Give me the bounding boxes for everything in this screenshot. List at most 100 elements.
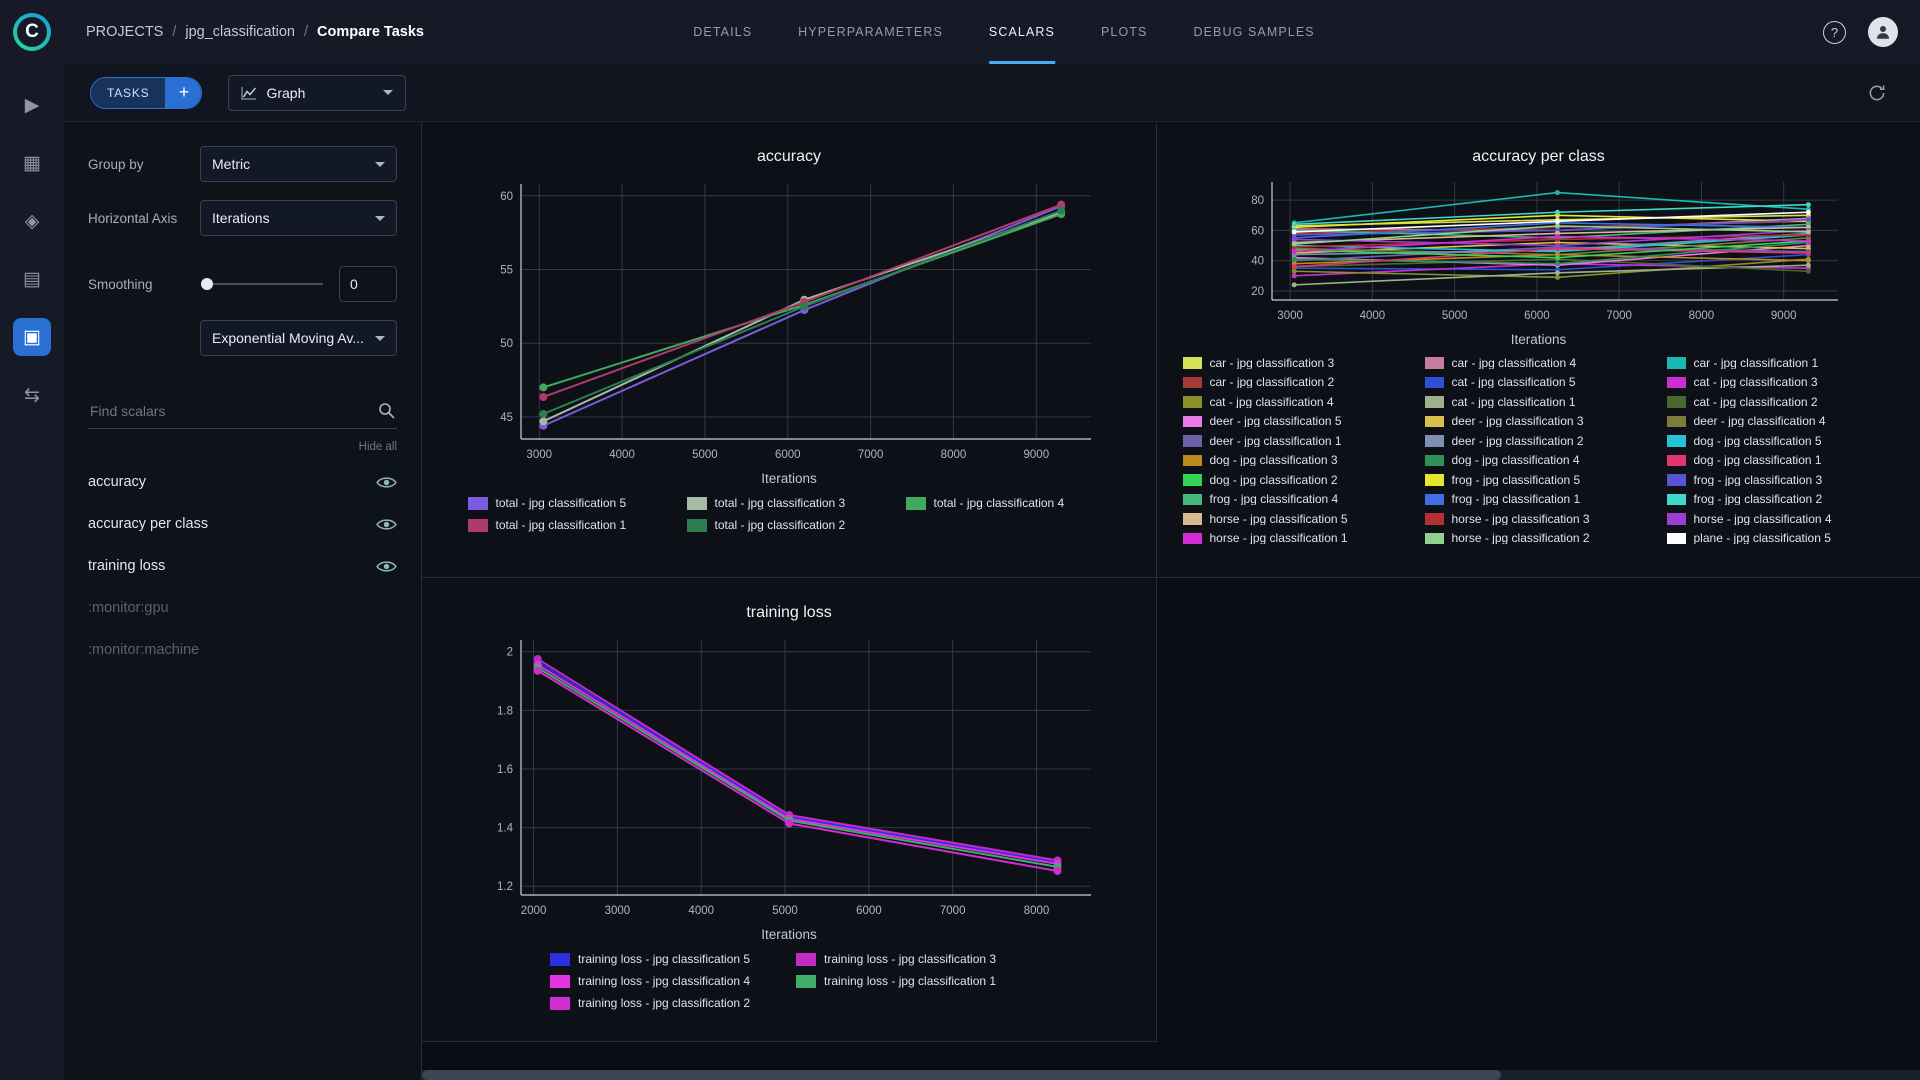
legend-swatch (1424, 357, 1444, 369)
legend-entry[interactable]: horse - jpg classification 5 (1182, 513, 1411, 525)
legend-entry[interactable]: total - jpg classification 2 (686, 518, 892, 532)
chart-title: accuracy per class (1472, 148, 1605, 165)
eye-icon[interactable] (376, 475, 397, 490)
legend-entry[interactable]: dog - jpg classification 5 (1666, 435, 1895, 447)
chart-plot-accuracy[interactable]: 3000 4000 5000 6000 7000 8000 9000 45 50 55 60 (469, 172, 1109, 469)
legend-entry[interactable]: cat - jpg classification 2 (1666, 396, 1895, 408)
legend-entry[interactable]: total - jpg classification 1 (467, 518, 673, 532)
legend-entry[interactable]: deer - jpg classification 5 (1182, 415, 1411, 427)
legend-entry[interactable]: deer - jpg classification 4 (1666, 415, 1895, 427)
svg-text:1.2: 1.2 (497, 881, 513, 893)
breadcrumb-projects[interactable]: PROJECTS (86, 24, 163, 40)
tab-scalars[interactable]: SCALARS (988, 0, 1055, 64)
legend-entry[interactable]: horse - jpg classification 4 (1666, 513, 1895, 525)
add-task-button[interactable]: + (165, 77, 202, 108)
help-button[interactable]: ? (1823, 20, 1846, 44)
pipelines-icon[interactable]: ▤ (13, 260, 51, 298)
legend-entry[interactable]: car - jpg classification 2 (1182, 376, 1411, 389)
horizontal-scrollbar-thumb[interactable] (422, 1070, 1501, 1080)
metric-row-monitor-machine[interactable]: :monitor:machine (88, 629, 397, 671)
legend-entry[interactable]: dog - jpg classification 4 (1424, 454, 1653, 466)
legend-entry[interactable]: training loss - jpg classification 1 (796, 974, 1028, 988)
legend-label: total - jpg classification 2 (714, 518, 846, 532)
legend-entry[interactable]: cat - jpg classification 5 (1424, 376, 1653, 388)
refresh-button[interactable] (1860, 76, 1894, 110)
legend-entry[interactable]: deer - jpg classification 3 (1424, 415, 1653, 427)
legend-swatch (1666, 474, 1686, 486)
chart-plot-accuracy_per_class[interactable]: 3000 4000 5000 6000 7000 8000 9000 20 40 60 80 (1224, 172, 1854, 330)
breadcrumb-project-name[interactable]: jpg_classification (185, 24, 295, 40)
svg-text:80: 80 (1251, 195, 1264, 207)
workers-queues-icon[interactable]: ⇆ (13, 376, 51, 414)
smoothing-value-input[interactable] (339, 266, 397, 302)
legend-label: total - jpg classification 4 (933, 496, 1065, 510)
metric-row-training-loss[interactable]: training loss (88, 545, 397, 587)
dashboard-icon[interactable]: ▶ (13, 86, 51, 124)
legend-swatch (1424, 474, 1444, 486)
metric-row-accuracy[interactable]: accuracy (88, 461, 397, 503)
legend-swatch (1666, 435, 1686, 447)
legend-entry[interactable]: cat - jpg classification 3 (1666, 376, 1895, 388)
legend-entry[interactable]: horse - jpg classification 1 (1182, 532, 1411, 544)
metric-row-monitor-gpu[interactable]: :monitor:gpu (88, 587, 397, 629)
smoothing-type-select[interactable]: Exponential Moving Av... (200, 320, 397, 356)
legend-entry[interactable]: training loss - jpg classification 2 (550, 996, 782, 1010)
legend-entry[interactable]: horse - jpg classification 2 (1424, 532, 1653, 544)
hide-all-button[interactable]: Hide all (88, 441, 397, 453)
legend-entry[interactable]: training loss - jpg classification 3 (796, 952, 1028, 966)
clearml-logo[interactable]: C (13, 13, 51, 51)
tab-details[interactable]: DETAILS (693, 0, 752, 64)
legend-swatch (550, 996, 570, 1010)
legend-entry[interactable]: training loss - jpg classification 5 (550, 952, 782, 966)
legend-entry[interactable]: total - jpg classification 4 (905, 496, 1111, 510)
smoothing-slider[interactable] (201, 278, 323, 290)
legend-entry[interactable]: total - jpg classification 5 (467, 496, 673, 510)
group-by-select[interactable]: Metric (200, 146, 397, 182)
user-avatar[interactable] (1868, 17, 1898, 47)
legend-entry[interactable]: plane - jpg classification 5 (1666, 532, 1895, 544)
legend-entry[interactable]: dog - jpg classification 2 (1182, 474, 1411, 486)
legend-entry[interactable]: frog - jpg classification 4 (1182, 493, 1411, 505)
legend-label: car - jpg classification 2 (1209, 376, 1335, 389)
models-icon[interactable]: ◈ (13, 202, 51, 240)
tab-plots[interactable]: PLOTS (1101, 0, 1148, 64)
projects-icon[interactable]: ▦ (13, 144, 51, 182)
legend-swatch (1182, 415, 1202, 427)
eye-icon[interactable] (376, 517, 397, 532)
search-input[interactable] (88, 394, 397, 429)
legend-swatch (1182, 396, 1202, 408)
horizontal-axis-select[interactable]: Iterations (200, 200, 397, 236)
legend-entry[interactable]: frog - jpg classification 2 (1666, 493, 1895, 505)
legend-entry[interactable]: cat - jpg classification 4 (1182, 396, 1411, 408)
metric-row-accuracy-per-class[interactable]: accuracy per class (88, 503, 397, 545)
header-right: ? (1823, 0, 1898, 64)
applications-icon[interactable]: ▣ (13, 318, 51, 356)
legend-entry[interactable]: deer - jpg classification 2 (1424, 435, 1653, 447)
legend-entry[interactable]: training loss - jpg classification 4 (550, 974, 782, 988)
legend-entry[interactable]: total - jpg classification 3 (686, 496, 892, 510)
legend-entry[interactable]: car - jpg classification 3 (1182, 357, 1411, 369)
legend-entry[interactable]: frog - jpg classification 5 (1424, 474, 1653, 486)
legend-entry[interactable]: cat - jpg classification 1 (1424, 396, 1653, 408)
search-icon[interactable] (378, 402, 395, 424)
tab-debug-samples[interactable]: DEBUG SAMPLES (1193, 0, 1314, 64)
legend-entry[interactable]: car - jpg classification 1 (1666, 357, 1895, 369)
legend-entry[interactable]: frog - jpg classification 3 (1666, 474, 1895, 486)
legend-entry[interactable]: frog - jpg classification 1 (1424, 493, 1653, 505)
chart-plot-training_loss[interactable]: 2000 3000 4000 5000 6000 7000 8000 1.2 1.4 1.6 1.8… (469, 628, 1109, 925)
legend-entry[interactable]: horse - jpg classification 3 (1424, 513, 1653, 525)
legend-entry[interactable]: deer - jpg classification 1 (1182, 435, 1411, 447)
tasks-button[interactable]: TASKS + (90, 76, 203, 109)
smoothing-slider-knob[interactable] (201, 278, 213, 290)
svg-text:60: 60 (1251, 225, 1264, 237)
legend-entry[interactable]: dog - jpg classification 1 (1666, 454, 1895, 466)
legend-entry[interactable]: car - jpg classification 4 (1424, 357, 1653, 369)
horizontal-scrollbar[interactable] (422, 1070, 1920, 1080)
svg-text:8000: 8000 (1024, 905, 1050, 917)
panel-accuracy: accuracy 3000 4000 5000 6000 7000 8000 9000 45 50… (422, 122, 1157, 578)
chevron-down-icon (375, 215, 385, 221)
view-mode-select[interactable]: Graph (228, 74, 407, 111)
eye-icon[interactable] (376, 559, 397, 574)
tab-hyperparameters[interactable]: HYPERPARAMETERS (798, 0, 943, 64)
legend-entry[interactable]: dog - jpg classification 3 (1182, 454, 1411, 466)
